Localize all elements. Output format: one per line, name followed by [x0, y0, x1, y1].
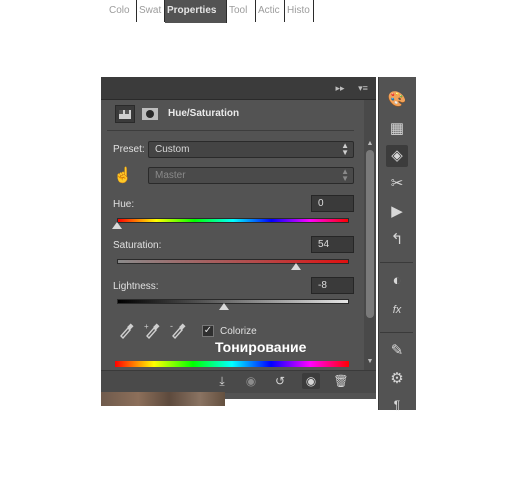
tab-overflow-button[interactable]: ▸▸ — [330, 77, 350, 99]
reset-icon[interactable]: ↺ — [271, 373, 289, 389]
colorize-label: Colorize — [220, 326, 257, 337]
svg-text:-: - — [170, 321, 173, 331]
panel-title: Hue/Saturation — [168, 108, 240, 119]
header-divider — [107, 130, 354, 131]
hue-saturation-icon — [119, 110, 131, 119]
scrollbar-thumb[interactable] — [366, 150, 374, 318]
canvas-image-strip — [101, 392, 225, 406]
tab-color[interactable]: Colo — [107, 0, 137, 22]
channel-dropdown[interactable]: Master ▲ ▼ — [148, 167, 354, 184]
tab-tool-presets[interactable]: Tool — [227, 0, 256, 22]
paragraph-icon[interactable]: ¶ — [386, 394, 408, 416]
targeted-adjustment-hand-icon[interactable]: ☝ — [113, 166, 133, 186]
colorize-result-bar — [115, 361, 349, 367]
hue-label: Hue: — [113, 199, 135, 210]
svg-text:+: + — [144, 322, 149, 331]
tab-swatches[interactable]: Swat — [137, 0, 165, 22]
hue-slider-handle[interactable] — [112, 222, 122, 229]
saturation-slider-handle[interactable] — [290, 263, 301, 270]
palette-icon[interactable]: 🎨 — [386, 89, 408, 111]
annotation-text: Тонирование — [215, 339, 307, 355]
brush-presets-icon[interactable]: ✎ — [386, 340, 408, 362]
panel-menu-button[interactable]: ▾≡ — [352, 77, 374, 99]
channel-value: Master — [155, 170, 186, 181]
updown-arrows-icon: ▲ ▼ — [341, 167, 349, 183]
visibility-eye-icon[interactable]: ◉ — [302, 373, 320, 389]
delete-trash-icon[interactable]: 🗑 — [332, 373, 350, 389]
lightness-slider-handle[interactable] — [218, 303, 229, 310]
eyedropper-add-icon[interactable]: + — [144, 321, 160, 344]
eyedropper-subtract-icon[interactable]: - — [170, 321, 186, 344]
adjustments-cube-icon[interactable]: ◈ — [386, 145, 408, 167]
play-action-icon[interactable]: ▶ — [386, 201, 408, 223]
mask-icon-button[interactable] — [140, 105, 160, 123]
colorize-checkbox[interactable]: ✓ — [202, 325, 214, 337]
grid-swatches-icon[interactable]: ▦ — [386, 118, 408, 140]
lightness-slider-track[interactable] — [117, 299, 349, 304]
adjustment-icon-button[interactable] — [115, 105, 135, 123]
saturation-slider-track[interactable] — [117, 259, 349, 264]
color-circle-icon[interactable]: ◐ — [386, 270, 408, 292]
hue-input[interactable]: 0 — [311, 195, 354, 212]
lightness-input[interactable]: -8 — [311, 277, 354, 294]
lightness-label: Lightness: — [113, 281, 159, 292]
clip-to-layer-icon[interactable]: ⤓ — [213, 373, 231, 389]
tab-properties[interactable]: Properties — [165, 0, 227, 23]
tab-history[interactable]: Histo — [285, 0, 314, 22]
eyedropper-icon[interactable] — [118, 321, 134, 344]
updown-arrows-icon: ▲ ▼ — [341, 141, 349, 157]
scroll-down-icon[interactable]: ▼ — [364, 358, 376, 366]
view-previous-icon[interactable]: ◉ — [242, 373, 260, 389]
tools-icon[interactable]: ✂ — [386, 173, 408, 195]
preset-value: Custom — [155, 144, 190, 155]
history-icon[interactable]: ↰ — [386, 229, 408, 251]
clone-source-icon[interactable]: ⚙ — [386, 368, 408, 390]
layer-mask-icon — [142, 108, 158, 120]
preset-label: Preset: — [113, 144, 145, 155]
fx-styles-icon[interactable]: fx — [386, 299, 408, 321]
scroll-up-icon[interactable]: ▲ — [364, 140, 376, 148]
saturation-label: Saturation: — [113, 240, 162, 251]
saturation-input[interactable]: 54 — [311, 236, 354, 253]
preset-dropdown[interactable]: Custom ▲ ▼ — [148, 141, 354, 158]
toolbar-divider — [380, 262, 413, 263]
hue-slider-track[interactable] — [117, 218, 349, 223]
tab-actions[interactable]: Actic — [256, 0, 285, 22]
toolbar-divider — [380, 332, 413, 333]
